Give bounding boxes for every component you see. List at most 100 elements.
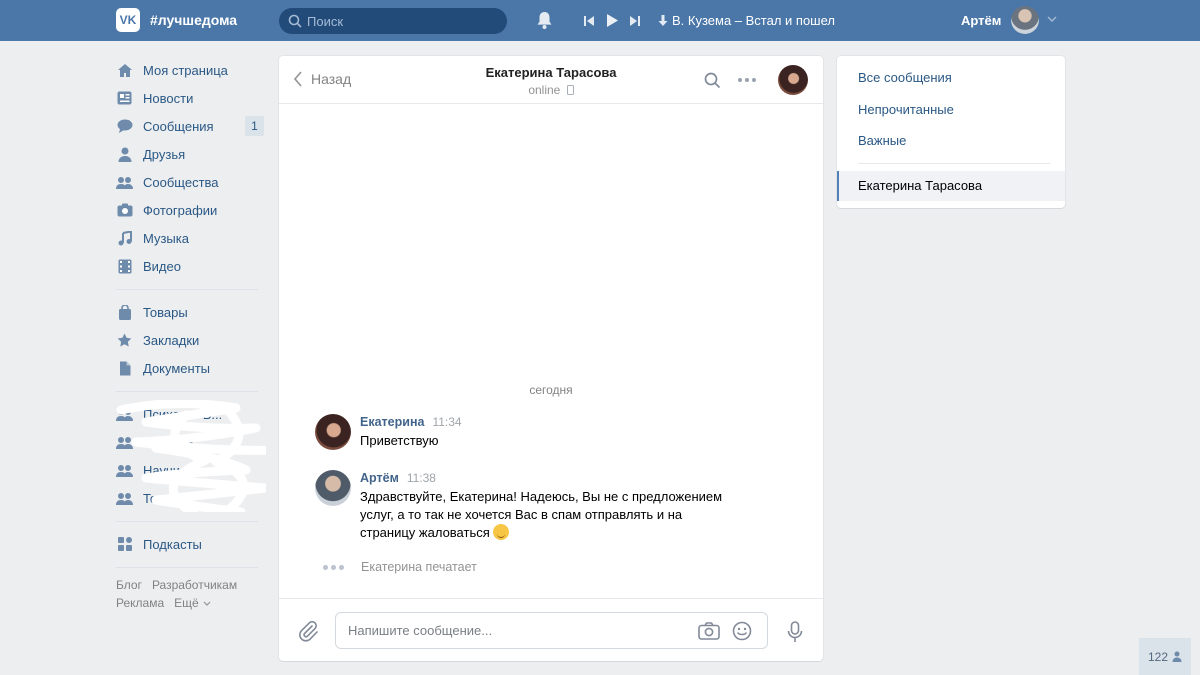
header-user-name[interactable]: Артём <box>961 13 1001 28</box>
previous-track-icon[interactable] <box>583 15 595 27</box>
friends-icon <box>116 146 133 163</box>
author-name: Екатерина <box>360 415 425 429</box>
footer-link-developers[interactable]: Разработчикам <box>152 578 237 592</box>
mobile-phone-icon <box>566 85 574 95</box>
next-track-icon[interactable] <box>629 15 641 27</box>
conversation-filters: Все сообщения Непрочитанные Важные Екате… <box>837 56 1065 208</box>
filter-important[interactable]: Важные <box>858 133 906 148</box>
filter-all-messages[interactable]: Все сообщения <box>858 70 952 85</box>
filter-divider <box>858 163 1050 164</box>
track-title: В. Кузема – Встал и пошел <box>672 13 835 28</box>
active-conversation[interactable]: Екатерина Тарасова <box>837 171 1065 201</box>
footer-link-ads[interactable]: Реклама <box>116 596 164 610</box>
footer-more-label: Ещё <box>174 596 199 610</box>
message-input[interactable] <box>348 613 678 648</box>
sidebar-item-label: Фотографии <box>143 202 218 218</box>
microphone-icon[interactable] <box>787 621 803 643</box>
search-box[interactable] <box>279 8 507 34</box>
sidebar-item-friends[interactable]: Друзья <box>116 140 266 168</box>
vk-logo[interactable]: VK <box>116 8 140 32</box>
filter-unread[interactable]: Непрочитанные <box>858 102 954 117</box>
message-avatar[interactable] <box>315 470 351 506</box>
sidebar-footer: Блог Разработчикам Реклама Ещё <box>116 576 266 612</box>
camera-icon[interactable] <box>698 622 720 640</box>
obscured-sidebar-section: Психолог В... Тон...ще... Научись ... То… <box>116 400 266 512</box>
peer-status: online <box>279 83 823 97</box>
market-icon <box>116 304 133 321</box>
sidebar-item-label: Закладки <box>143 332 200 348</box>
message-composer <box>279 598 823 661</box>
peer-status-text: online <box>528 83 561 97</box>
day-separator: сегодня <box>529 383 573 397</box>
footer-link-more[interactable]: Ещё <box>174 596 211 610</box>
sidebar-item-label: Сообщения <box>143 118 214 134</box>
sidebar-item-label: Видео <box>143 258 181 274</box>
active-conversation-label: Екатерина Тарасова <box>858 178 983 193</box>
communities-icon <box>116 174 133 191</box>
search-input[interactable] <box>307 8 497 34</box>
typing-dots-icon <box>323 564 344 570</box>
sidebar-divider <box>116 567 258 568</box>
sidebar-item-label: Друзья <box>143 146 186 162</box>
sidebar-item-music[interactable]: Музыка <box>116 224 266 252</box>
sidebar-item-news[interactable]: Новости <box>116 84 266 112</box>
sidebar-divider <box>116 521 258 522</box>
attach-paperclip-icon[interactable] <box>297 620 319 642</box>
online-friends-button[interactable]: 122 <box>1139 638 1191 675</box>
download-arrow-icon <box>658 14 668 26</box>
sidebar-item-podcasts[interactable]: Подкасты <box>116 530 266 558</box>
footer-link-blog[interactable]: Блог <box>116 578 142 592</box>
document-icon <box>116 360 133 377</box>
star-icon <box>116 332 133 349</box>
online-count: 122 <box>1147 649 1169 664</box>
sidebar-item-label: Новости <box>143 90 194 106</box>
sidebar-item-video[interactable]: Видео <box>116 252 266 280</box>
peer-avatar[interactable] <box>778 65 808 95</box>
sidebar-item-label: Музыка <box>143 230 189 246</box>
chevron-down-icon[interactable] <box>1047 15 1057 23</box>
audio-player <box>583 13 641 28</box>
message-text-content: Здравствуйте, Екатерина! Надеюсь, Вы не … <box>360 489 723 540</box>
now-playing[interactable]: В. Кузема – Встал и пошел <box>658 13 835 28</box>
chat-header: Назад Екатерина Тарасова online <box>279 56 823 104</box>
message-author[interactable]: Артём 11:38 <box>360 471 436 485</box>
sidebar-item-messages[interactable]: Сообщения 1 <box>116 112 266 140</box>
search-icon <box>288 14 302 28</box>
unread-count-badge: 1 <box>245 116 264 136</box>
sidebar-item-documents[interactable]: Документы <box>116 354 266 382</box>
emoji-smile-icon[interactable] <box>732 621 752 641</box>
top-bar: VK #лучшедома В. Кузема – Встал и пошел … <box>0 0 1200 41</box>
sidebar-item-market[interactable]: Товары <box>116 298 266 326</box>
search-in-chat-icon[interactable] <box>704 72 721 89</box>
chevron-down-icon <box>203 601 211 606</box>
sidebar-item-bookmarks[interactable]: Закладки <box>116 326 266 354</box>
header-avatar[interactable] <box>1011 6 1039 34</box>
wink-emoji-icon <box>493 524 510 540</box>
author-name: Артём <box>360 471 399 485</box>
typing-indicator: Екатерина печатает <box>323 560 477 574</box>
sidebar-item-label: Документы <box>143 360 211 376</box>
sidebar-item-my-page[interactable]: Моя страница <box>116 56 266 84</box>
redaction-scribble <box>116 400 266 512</box>
music-icon <box>116 230 133 247</box>
message-author[interactable]: Екатерина 11:34 <box>360 415 462 429</box>
left-navigation: Моя страница Новости Сообщения 1 Друзья … <box>116 56 266 612</box>
sidebar-item-communities[interactable]: Сообщества <box>116 168 266 196</box>
sidebar-item-label: Товары <box>143 304 188 320</box>
home-icon <box>116 62 133 79</box>
sidebar-divider <box>116 391 258 392</box>
sidebar-item-label: Моя страница <box>143 62 228 78</box>
brand-hashtag[interactable]: #лучшедома <box>150 12 237 28</box>
sidebar-item-photos[interactable]: Фотографии <box>116 196 266 224</box>
notifications-bell-icon[interactable] <box>536 11 553 30</box>
message-avatar[interactable] <box>315 414 351 450</box>
sidebar-item-label: Сообщества <box>143 174 219 190</box>
podcasts-icon <box>116 536 133 553</box>
message-time: 11:34 <box>432 415 462 429</box>
message-input-box[interactable] <box>335 612 768 649</box>
more-options-icon[interactable] <box>738 78 756 82</box>
news-icon <box>116 90 133 107</box>
chat-panel: Назад Екатерина Тарасова online сегодня … <box>279 56 823 661</box>
video-icon <box>116 258 133 275</box>
play-icon[interactable] <box>605 13 619 28</box>
